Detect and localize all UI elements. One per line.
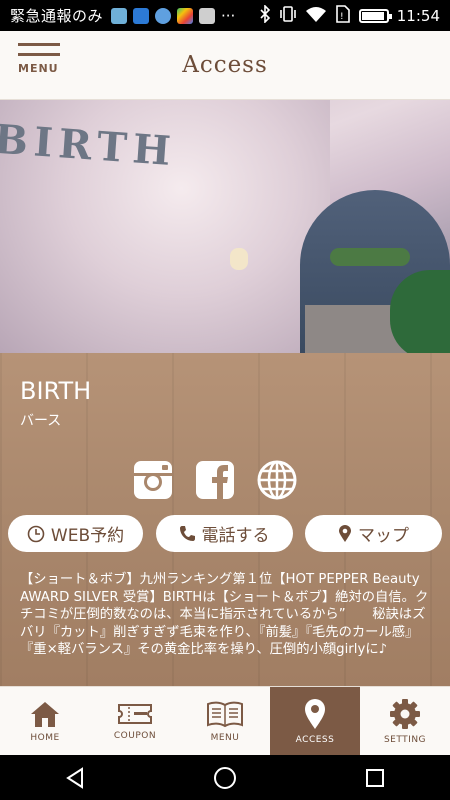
bluetooth-icon	[259, 3, 271, 27]
back-icon[interactable]	[64, 766, 86, 789]
dropbox-icon	[133, 7, 150, 24]
battery-icon	[358, 8, 392, 23]
instagram-icon[interactable]	[132, 459, 174, 501]
image-notification-icon	[111, 7, 128, 24]
status-bar: 緊急通報のみ ··· ! 11:54	[0, 0, 450, 31]
svg-text:!: !	[340, 12, 344, 22]
more-notifications-icon: ···	[221, 6, 236, 25]
tab-access[interactable]: ACCESS	[270, 687, 360, 755]
web-reserve-button[interactable]: WEB予約	[8, 515, 143, 552]
tab-home-label: HOME	[30, 732, 60, 743]
location-pin-icon	[305, 698, 325, 729]
facebook-icon[interactable]	[194, 459, 236, 501]
wifi-icon	[305, 6, 327, 26]
shop-info-panel: BIRTH バース WEB予約 電話する マップ 【ショート＆ボブ】九州ランキン…	[0, 353, 450, 686]
sim-icon: !	[335, 4, 351, 27]
ticket-icon	[118, 703, 152, 724]
tab-access-label: ACCESS	[295, 734, 335, 745]
salon-photo: BIRTH	[0, 100, 450, 353]
book-icon	[207, 701, 243, 727]
bottom-tab-bar: HOME COUPON MENU ACCESS SETTING	[0, 686, 450, 755]
shield-notification-icon	[155, 7, 172, 24]
tab-setting-label: SETTING	[383, 734, 427, 745]
recent-apps-icon[interactable]	[364, 767, 386, 789]
tab-menu[interactable]: MENU	[180, 687, 270, 755]
globe-icon[interactable]	[256, 459, 298, 501]
gear-icon	[390, 698, 420, 729]
notification-icons: ···	[111, 7, 235, 25]
photo-notification-icon	[199, 7, 216, 24]
phone-icon	[179, 526, 195, 541]
tab-home[interactable]: HOME	[0, 687, 90, 755]
wall-lamp	[230, 248, 248, 270]
menu-button[interactable]: MENU	[18, 43, 64, 89]
web-reserve-label: WEB予約	[50, 526, 125, 546]
hamburger-icon	[18, 43, 60, 46]
tab-coupon[interactable]: COUPON	[90, 687, 180, 755]
page-title: Access	[182, 52, 268, 78]
tab-menu-label: MENU	[210, 732, 240, 743]
carrier-text: 緊急通報のみ	[10, 7, 104, 25]
shop-name-kana: バース	[20, 413, 62, 429]
home-nav-icon[interactable]	[213, 766, 237, 790]
shop-description: 【ショート＆ボブ】九州ランキング第１位【HOT PEPPER Beauty AW…	[20, 572, 429, 657]
map-button[interactable]: マップ	[305, 515, 442, 552]
system-nav-bar	[0, 755, 450, 800]
call-button[interactable]: 電話する	[155, 515, 293, 552]
map-label: マップ	[358, 526, 409, 546]
clock-icon	[27, 525, 45, 542]
vibrate-icon	[279, 5, 297, 26]
call-label: 電話する	[201, 526, 270, 546]
tab-setting[interactable]: SETTING	[360, 687, 450, 755]
app-header: MENU Access	[0, 31, 450, 100]
social-links	[132, 459, 298, 501]
play-store-icon	[177, 7, 194, 24]
action-buttons: WEB予約 電話する マップ	[8, 515, 442, 552]
map-pin-icon	[339, 524, 351, 542]
clock-text: 11:54	[396, 6, 440, 25]
menu-label: MENU	[18, 62, 59, 75]
home-icon	[31, 701, 59, 727]
tab-coupon-label: COUPON	[113, 730, 157, 741]
shop-name: BIRTH	[20, 377, 92, 405]
